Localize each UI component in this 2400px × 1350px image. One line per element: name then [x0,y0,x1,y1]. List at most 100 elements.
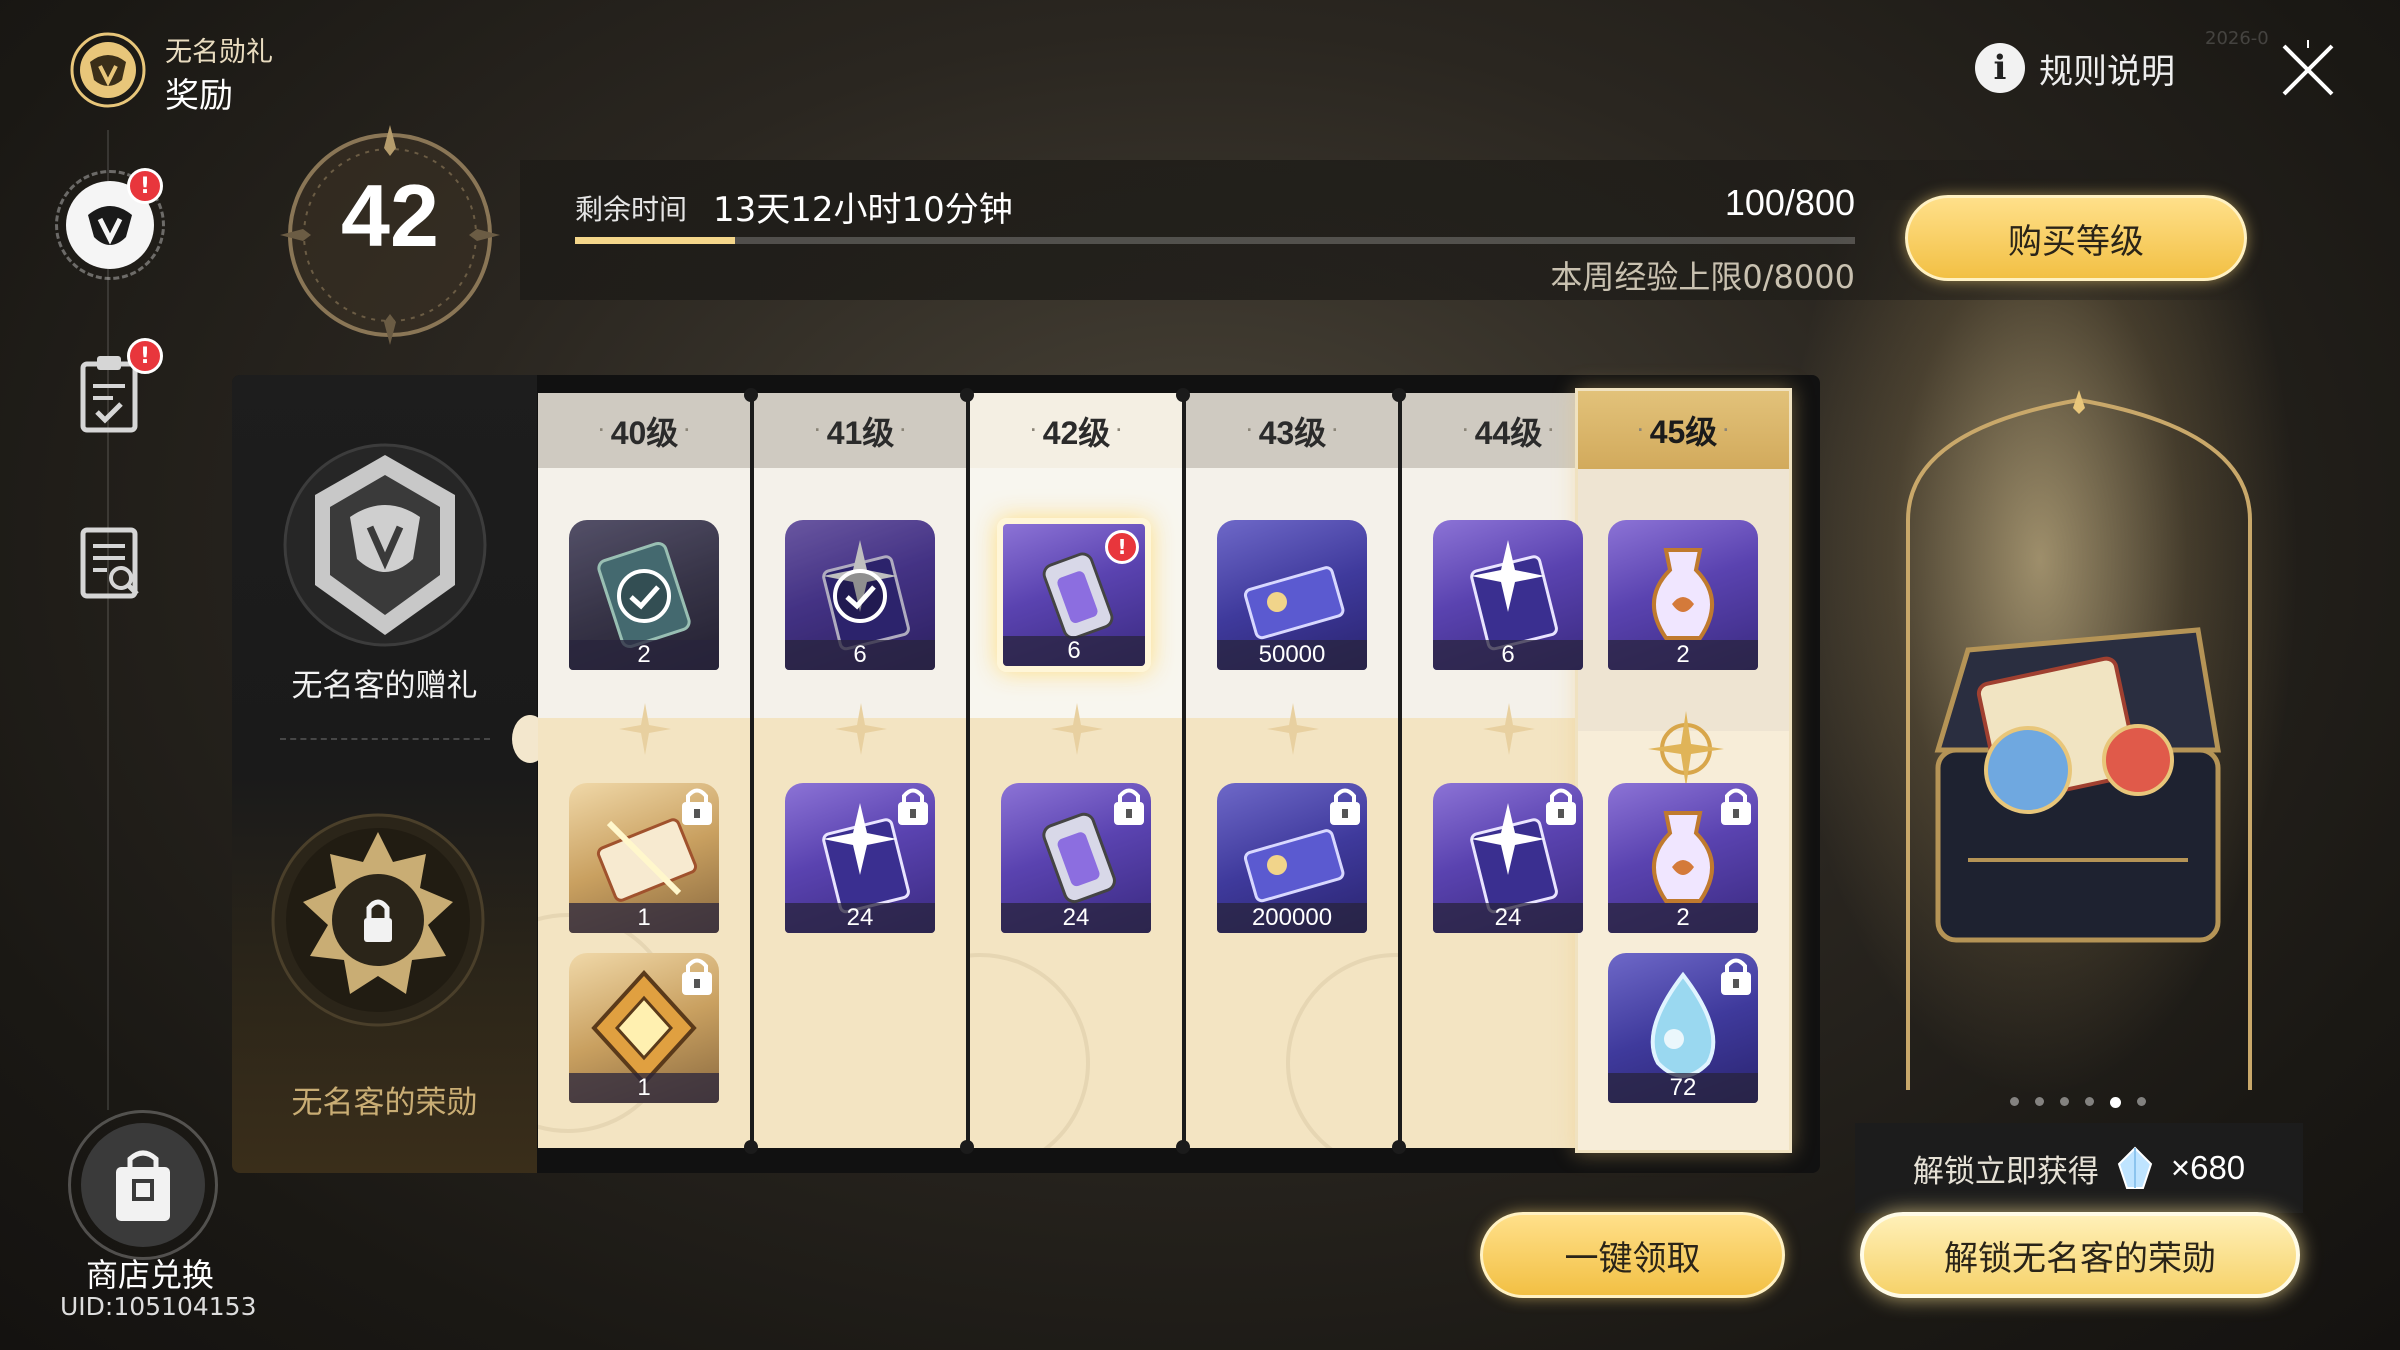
item-count: 50000 [1217,640,1367,670]
pagination-dot[interactable] [2085,1097,2094,1106]
reward-item-40-paid-2[interactable]: 1 [569,953,719,1103]
buy-level-button[interactable]: 购买等级 [1905,195,2247,281]
divider-dot [1392,1140,1406,1154]
pagination-dot[interactable] [2110,1097,2121,1108]
item-count: 1 [569,1073,719,1103]
star-divider-icon [1483,703,1535,755]
reward-item-43-paid[interactable]: 200000 [1217,783,1367,933]
pagination-dot[interactable] [2010,1097,2019,1106]
star-divider-icon [1267,703,1319,755]
notification-badge: ! [127,338,163,374]
close-icon[interactable] [2278,40,2338,100]
uid-label: UID:105104153 [60,1292,257,1321]
weekly-exp-cap: 本周经验上限0/8000 [1550,258,1855,296]
divider-dot [1392,388,1406,402]
item-count: 2 [569,640,719,670]
level-label: 44级 [1474,414,1543,451]
shop-exchange-button[interactable] [68,1110,218,1260]
item-count: 6 [1433,640,1583,670]
level-label: 41级 [826,414,895,451]
level-header: · 43级 · [1186,393,1399,468]
exp-value: 100/800 [1724,182,1855,223]
unlock-tip-label: 解锁立即获得 [1912,1153,2099,1190]
free-track-emblem-icon [283,443,487,647]
item-count: 2 [1608,640,1758,670]
reward-item-45-paid-1[interactable]: 2 [1608,783,1758,933]
claim-all-button[interactable]: 一键领取 [1480,1212,1785,1298]
track-divider [280,738,490,740]
item-count: 6 [1003,636,1145,666]
level-label: 45级 [1649,414,1718,450]
divider-dot [744,1140,758,1154]
unlock-honor-button[interactable]: 解锁无名客的荣勋 [1860,1212,2300,1298]
reward-item-41-free[interactable]: 6 [785,520,935,670]
info-icon: i [1975,43,2025,93]
pagination-dot[interactable] [2137,1097,2146,1106]
compass-star-icon [1648,711,1724,787]
exp-progress-fill [575,237,735,244]
lock-icon [1721,788,1751,825]
reward-item-42-paid[interactable]: 24 [1001,783,1151,933]
divider-dot [1176,388,1190,402]
reward-item-42-free[interactable]: ! 6 [997,518,1151,672]
level-header: · 40级 · [538,393,751,468]
level-label: 43级 [1258,414,1327,451]
unlock-reward-tip: 解锁立即获得 ×680 [1855,1123,2303,1213]
item-count: 24 [785,903,935,933]
divider-dot [960,1140,974,1154]
lock-icon [1546,788,1576,825]
reward-item-44-free[interactable]: 6 [1433,520,1583,670]
claimed-check-icon [617,569,671,623]
level-label: 42级 [1042,414,1111,451]
reward-item-40-paid-1[interactable]: 1 [569,783,719,933]
lock-icon [682,788,712,825]
current-level: 42 [341,166,439,265]
item-count: 24 [1433,903,1583,933]
divider-dot [1176,1140,1190,1154]
level-header: · 42级 · [970,393,1183,468]
claimed-check-icon [833,569,887,623]
exp-progress-bar [575,237,1855,244]
reward-item-45-free[interactable]: 2 [1608,520,1758,670]
sidebar-item-records[interactable] [73,520,153,610]
reward-item-43-free[interactable]: 50000 [1217,520,1367,670]
divider-dot [744,388,758,402]
page-title: 奖励 [165,76,233,116]
item-count: 24 [1001,903,1151,933]
remaining-time-value: 13天12小时10分钟 [713,190,1013,230]
reward-item-44-paid[interactable]: 24 [1433,783,1583,933]
lock-icon [1721,958,1751,995]
nameless-honor-logo-icon [70,32,146,108]
header-subtitle: 无名勋礼 [165,37,273,68]
reward-item-40-free[interactable]: 2 [569,520,719,670]
shopping-bag-icon [116,1150,170,1221]
reward-item-45-paid-2[interactable]: 72 [1608,953,1758,1103]
level-header: · 45级 · [1578,391,1789,469]
lock-icon [1330,788,1360,825]
timestamp-watermark: 2026-0 [2205,28,2269,49]
paid-track-emblem-icon [271,813,485,1027]
item-count: 6 [785,640,935,670]
notification-badge: ! [1105,530,1139,564]
unlock-tip-amount: ×680 [2170,1149,2246,1186]
pagination-dot[interactable] [2035,1097,2044,1106]
column-divider [1398,393,1402,1148]
column-divider [1182,393,1186,1148]
lock-icon [898,788,928,825]
column-divider [750,393,754,1148]
level-column-41: · 41级 · [754,393,967,1148]
rules-button[interactable]: i 规则说明 [1975,40,2175,96]
reward-preview-chest-icon [1906,390,2252,1090]
shop-label: 商店兑换 [85,1256,214,1294]
pagination-dot[interactable] [2060,1097,2069,1106]
level-column-42: · 42级 · [970,393,1183,1148]
reward-item-41-paid[interactable]: 24 [785,783,935,933]
item-count: 1 [569,903,719,933]
free-track-label: 无名客的赠礼 [291,668,478,704]
preview-pagination[interactable] [2010,1097,2146,1108]
lock-icon [1114,788,1144,825]
rules-label: 规则说明 [2039,51,2175,92]
star-divider-icon [619,703,671,755]
nameless-emblem-icon [88,206,132,245]
item-count: 200000 [1217,903,1367,933]
